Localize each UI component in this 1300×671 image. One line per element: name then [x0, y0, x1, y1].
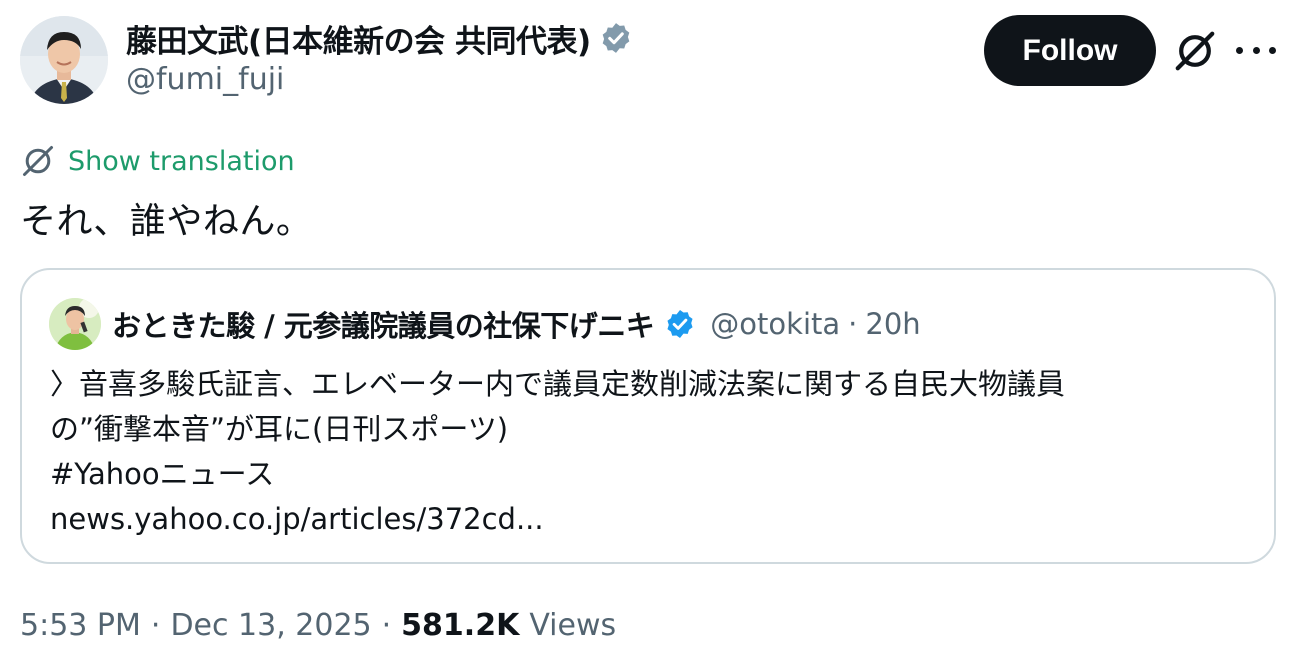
more-options-icon[interactable]: [1236, 36, 1276, 64]
quote-author-name[interactable]: おときた駿 / 元参議院議員の社保下げニキ: [112, 303, 655, 345]
quoted-tweet-card[interactable]: おときた駿 / 元参議院議員の社保下げニキ @otokita · 20h 〉音喜…: [20, 268, 1276, 564]
tweet-page: 藤田文武(日本維新の会 共同代表) @fumi_fuji Follow Show…: [0, 0, 1300, 671]
quote-author-avatar[interactable]: [49, 298, 101, 350]
views-count: 581.2K: [401, 607, 520, 643]
quote-line: 〉音喜多駿氏証言、エレベーター内で議員定数削減法案に関する自民大物議員: [50, 367, 1066, 401]
verified-badge-icon: [599, 21, 633, 55]
more-dot-icon: [1236, 46, 1243, 54]
translate-icon: [23, 146, 53, 176]
quote-header: おときた駿 / 元参議院議員の社保下げニキ @otokita · 20h: [112, 300, 921, 348]
quote-separator: ·: [848, 307, 858, 341]
quote-verified-badge-icon: [664, 308, 696, 340]
meta-separator: ·: [381, 607, 392, 643]
quote-link: news.yahoo.co.jp/articles/372cd...: [50, 502, 544, 536]
follow-button[interactable]: Follow: [984, 15, 1156, 86]
author-handle[interactable]: @fumi_fuji: [126, 62, 284, 97]
quote-timestamp[interactable]: 20h: [865, 307, 920, 341]
more-dot-icon: [1252, 46, 1260, 54]
quote-hashtag: #Yahooニュース: [50, 457, 275, 491]
views-label: Views: [529, 607, 617, 643]
author-avatar[interactable]: [20, 16, 108, 104]
tweet-text: それ、誰やねん。: [20, 201, 313, 242]
show-translation-label[interactable]: Show translation: [68, 146, 295, 177]
author-name-row[interactable]: 藤田文武(日本維新の会 共同代表): [126, 16, 633, 61]
quote-body: 〉音喜多駿氏証言、エレベーター内で議員定数削減法案に関する自民大物議員 の”衝撃…: [50, 362, 1250, 542]
tweet-meta: 5:53 PM · Dec 13, 2025 · 581.2K Views: [20, 604, 616, 646]
quote-line: の”衝撃本音”が耳に(日刊スポーツ): [50, 412, 509, 446]
tweet-time[interactable]: 5:53 PM: [20, 608, 141, 643]
tweet-date[interactable]: Dec 13, 2025: [170, 608, 371, 643]
meta-separator: ·: [150, 607, 161, 643]
quote-author-handle[interactable]: @otokita: [710, 307, 840, 341]
author-name[interactable]: 藤田文武(日本維新の会 共同代表): [126, 16, 591, 61]
more-dot-icon: [1269, 46, 1276, 54]
show-translation-link[interactable]: Show translation: [20, 142, 295, 180]
grok-icon[interactable]: [1172, 28, 1218, 74]
